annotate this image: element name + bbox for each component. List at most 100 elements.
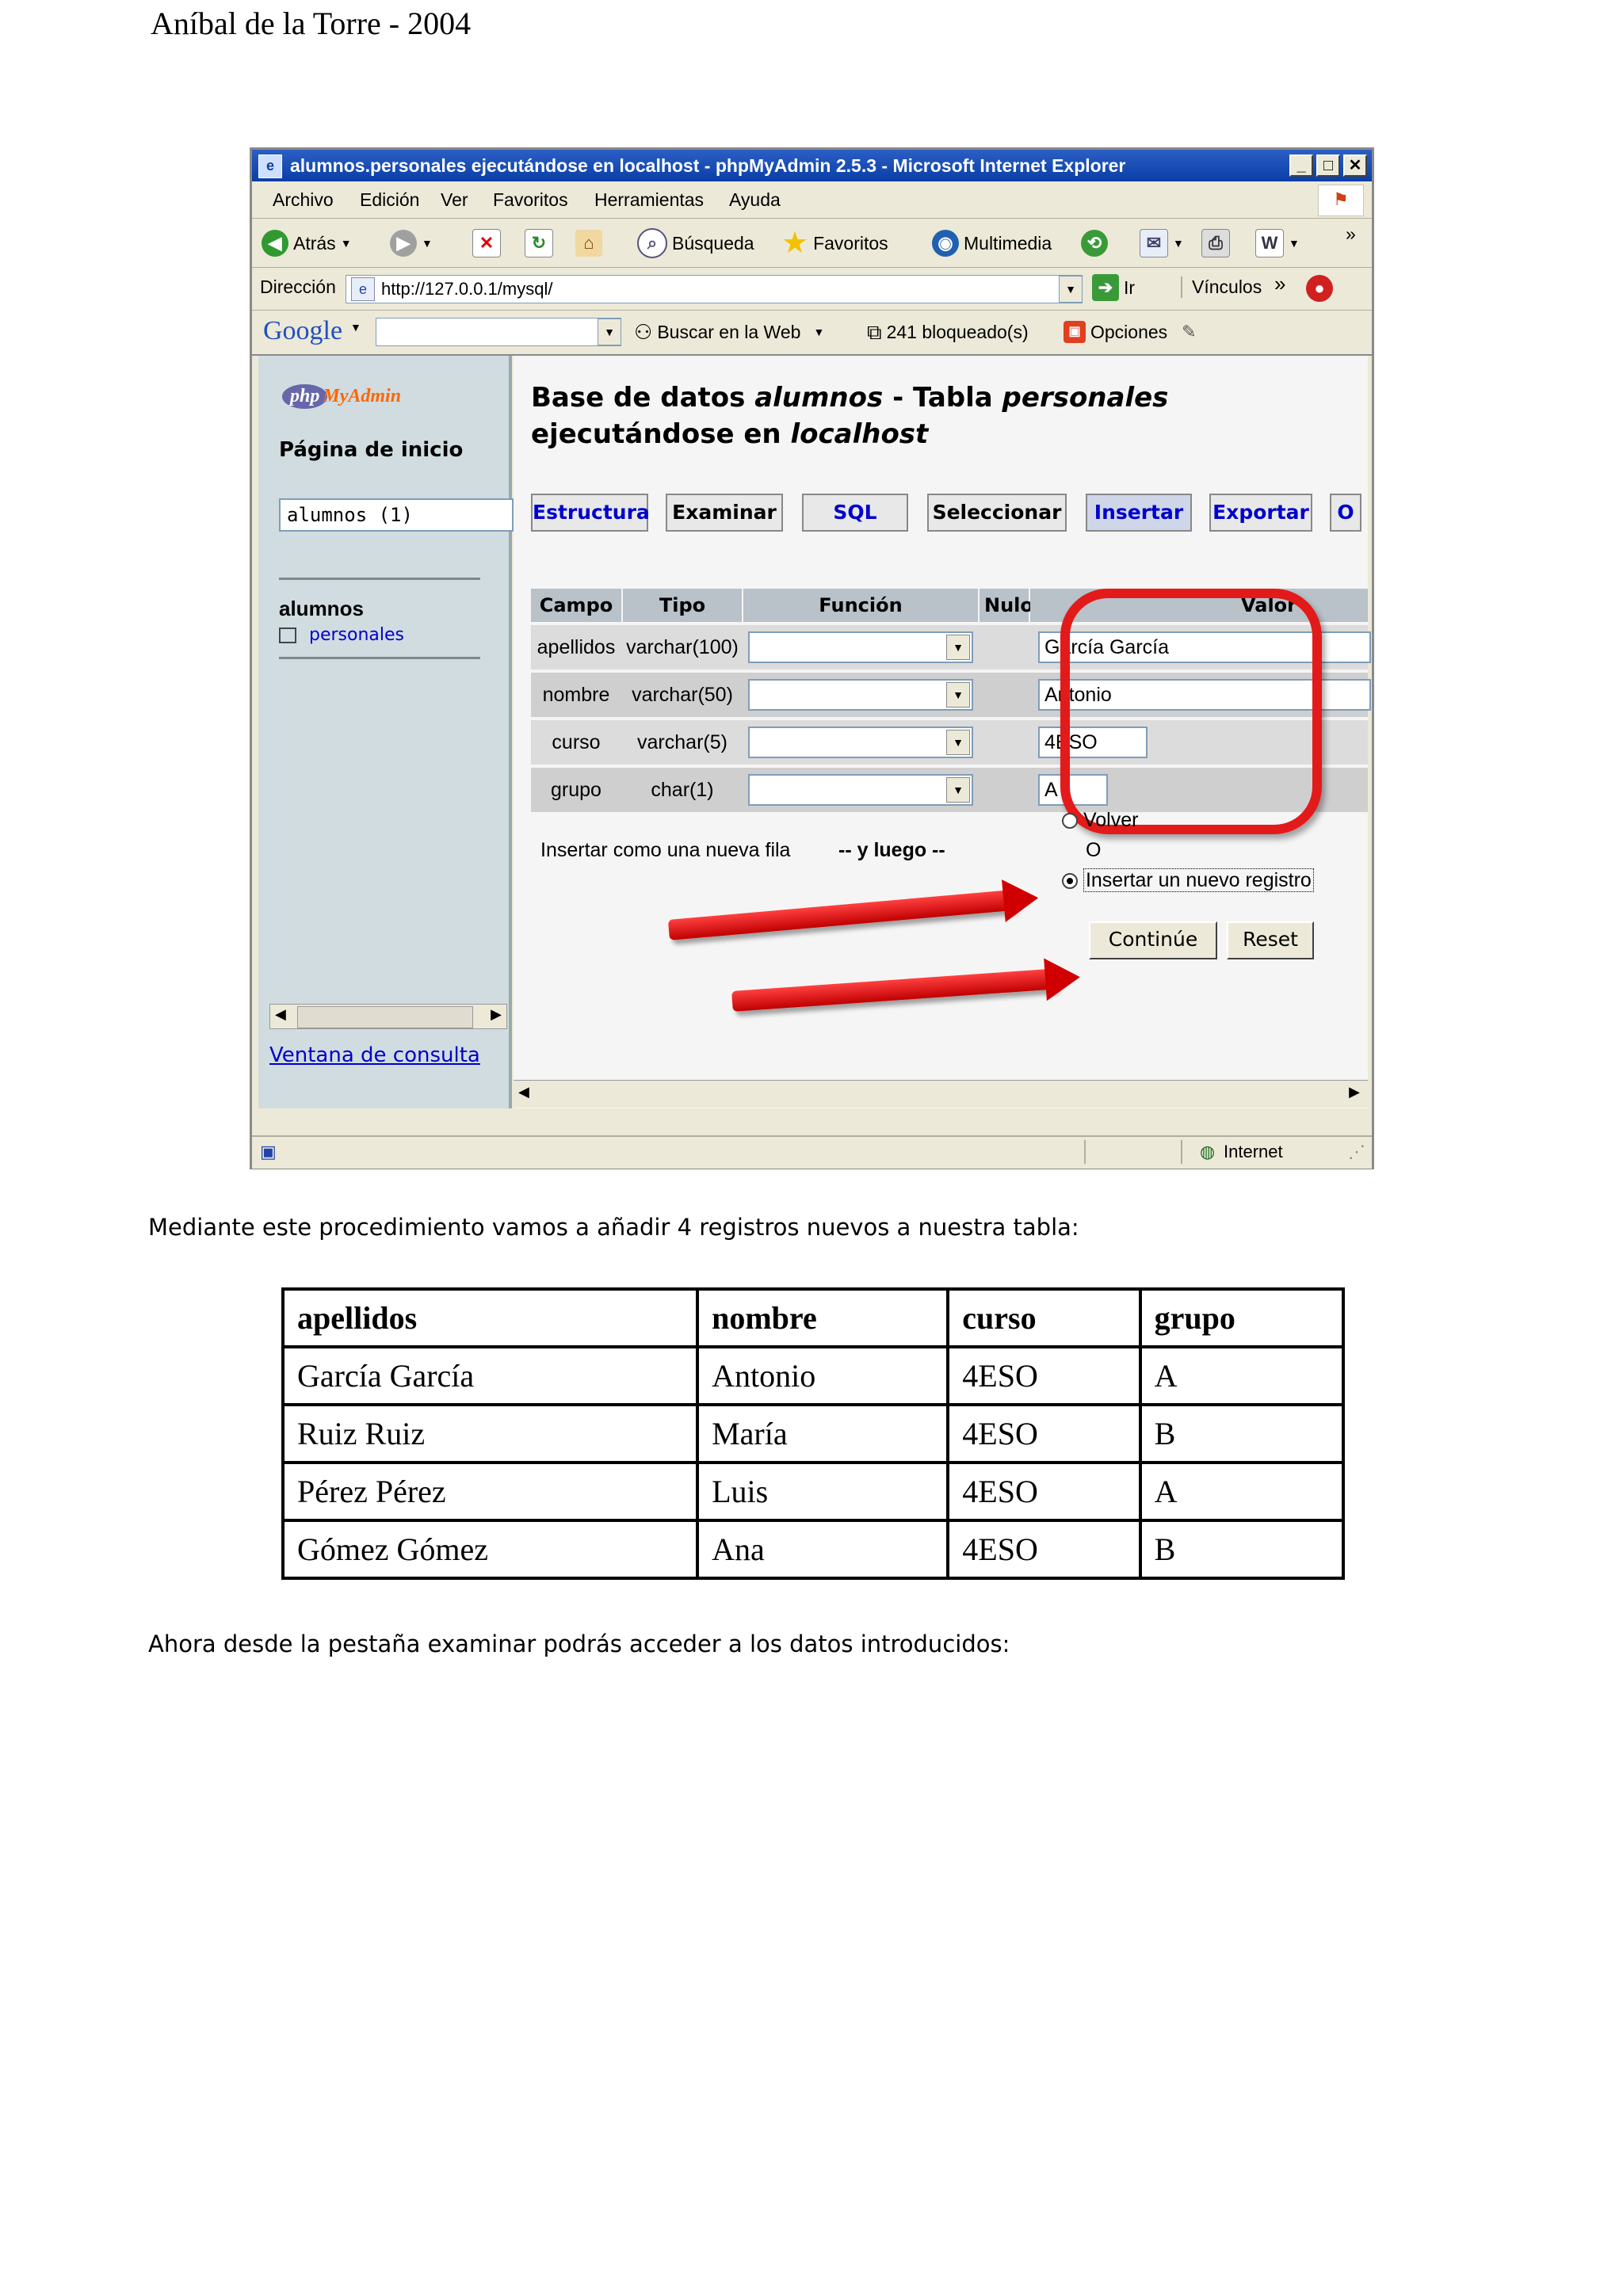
radio-insert-new[interactable] (1062, 873, 1078, 890)
chevron-down-icon: ▼ (946, 777, 970, 803)
menu-herramientas[interactable]: Herramientas (594, 189, 704, 211)
field-name: grupo (551, 779, 601, 801)
menu-archivo[interactable]: Archivo (273, 189, 334, 211)
window-title: alumnos.personales ejecutándose en local… (290, 155, 1126, 176)
menu-edicion[interactable]: Edición (360, 189, 419, 211)
tab-estructura[interactable]: Estructura (531, 494, 650, 532)
function-select[interactable]: ▼ (748, 774, 973, 806)
edit-button[interactable]: W ▼ (1255, 227, 1300, 259)
tab-insertar[interactable]: Insertar (1086, 494, 1192, 532)
home-button[interactable]: ⌂ (575, 227, 602, 259)
google-search-input[interactable] (376, 318, 621, 346)
browser-toolbar: ◀ Atrás ▼ ▶ ▼ ✕ ↻ ⌂ ⌕ Búsqueda ★ Favorit… (252, 218, 1372, 268)
maximize-button[interactable]: □ (1316, 154, 1340, 177)
scroll-left-icon[interactable]: ◀ (518, 1084, 529, 1100)
forward-arrow-icon: ▶ (390, 230, 417, 257)
stop-icon: ✕ (472, 229, 501, 257)
go-button[interactable]: ➔ Ir (1092, 272, 1135, 303)
red-arrow-annotation (731, 968, 1057, 1012)
cell: A (1138, 1461, 1346, 1522)
search-label: Búsqueda (672, 233, 754, 254)
google-menu-chevron-icon[interactable]: ▼ (350, 321, 361, 334)
toolbar-overflow-icon[interactable]: » (1346, 218, 1356, 250)
table-link-personales[interactable]: personales (279, 625, 404, 645)
reset-button[interactable]: Reset (1227, 921, 1314, 959)
database-link[interactable]: alumnos (279, 597, 364, 621)
address-bar: Dirección e http://127.0.0.1/mysql/ ▼ ➔ … (252, 267, 1372, 311)
scroll-left-icon[interactable]: ◀ (275, 1006, 286, 1023)
title-host: localhost (790, 418, 929, 450)
logo-php: php (282, 384, 328, 409)
col-header-tipo: Tipo (623, 589, 742, 622)
home-link[interactable]: Página de inicio (279, 438, 463, 462)
menu-ayuda[interactable]: Ayuda (729, 189, 781, 211)
header-curso: curso (946, 1287, 1142, 1348)
cell: Ana (696, 1519, 950, 1580)
address-url: http://127.0.0.1/mysql/ (381, 279, 553, 299)
media-label: Multimedia (964, 233, 1052, 254)
cell: Ruiz Ruiz (281, 1403, 700, 1464)
google-logo[interactable]: Google (263, 316, 342, 346)
radio-volver[interactable] (1062, 813, 1078, 830)
mail-button[interactable]: ✉ ▼ (1140, 227, 1184, 259)
field-type: varchar(100) (626, 636, 739, 658)
col-header-nulo: Nulo (980, 589, 1033, 622)
resize-grip-icon[interactable]: ⋰ (1348, 1142, 1365, 1162)
field-name: curso (552, 731, 601, 753)
tab-sql[interactable]: SQL (802, 494, 908, 532)
menu-favoritos[interactable]: Favoritos (493, 189, 568, 211)
scroll-right-icon[interactable]: ▶ (1349, 1084, 1360, 1100)
refresh-button[interactable]: ↻ (525, 227, 553, 259)
address-input[interactable]: e http://127.0.0.1/mysql/ (346, 275, 1083, 303)
refresh-icon: ↻ (525, 229, 553, 257)
tab-operaciones[interactable]: O (1330, 494, 1361, 532)
history-button[interactable]: ⟲ (1081, 227, 1108, 259)
tab-seleccionar[interactable]: Seleccionar (927, 494, 1067, 532)
print-button[interactable]: ⎙ (1201, 227, 1230, 259)
cell: Pérez Pérez (281, 1461, 700, 1522)
address-dropdown-icon[interactable]: ▼ (1059, 276, 1083, 303)
tab-exportar[interactable]: Exportar (1209, 494, 1312, 532)
pencil-icon: ✎ (1182, 322, 1197, 341)
media-button[interactable]: ◉ Multimedia (932, 227, 1052, 259)
function-select[interactable]: ▼ (748, 727, 973, 758)
highlight-oval (1060, 589, 1322, 834)
main-horizontal-scrollbar[interactable]: ◀ ▶ (514, 1080, 1368, 1108)
field-name: apellidos (537, 636, 616, 658)
back-button[interactable]: ◀ Atrás ▼ (262, 227, 352, 259)
left-horizontal-scrollbar[interactable]: ◀ ▶ (269, 1004, 507, 1029)
phpmyadmin-logo[interactable]: php MyAdmin (282, 384, 401, 409)
option-insert-new[interactable]: Insertar un nuevo registro (1062, 868, 1314, 892)
search-button[interactable]: ⌕ Búsqueda (637, 227, 754, 259)
option-volver[interactable]: Volver (1062, 809, 1138, 832)
close-button[interactable]: ✕ (1343, 154, 1367, 177)
cell: B (1138, 1403, 1346, 1464)
star-icon: ★ (781, 227, 809, 260)
search-web-button[interactable]: ⚇ Buscar en la Web ▼ (634, 316, 824, 348)
continue-button[interactable]: Continúe (1089, 921, 1217, 959)
stop-button[interactable]: ✕ (472, 227, 501, 259)
toolbar-extension-icon[interactable]: ● (1306, 275, 1333, 302)
cell: B (1138, 1519, 1346, 1580)
forward-button[interactable]: ▶ ▼ (390, 227, 433, 259)
links-label[interactable]: Vínculos (1181, 277, 1262, 298)
tab-examinar[interactable]: Examinar (666, 494, 783, 532)
google-options-button[interactable]: ▣ Opciones ✎ (1064, 316, 1197, 348)
scroll-right-icon[interactable]: ▶ (491, 1006, 502, 1023)
database-select[interactable]: alumnos (1) (279, 498, 514, 532)
function-select[interactable]: ▼ (748, 631, 973, 663)
col-header-funcion: Función (743, 589, 978, 622)
links-overflow-icon[interactable]: » (1274, 272, 1285, 296)
function-select[interactable]: ▼ (748, 679, 973, 711)
favorites-button[interactable]: ★ Favoritos (781, 227, 888, 259)
logo-myadmin: MyAdmin (323, 386, 402, 406)
popup-blocker-button[interactable]: ⧉ 241 bloqueado(s) (867, 316, 1029, 348)
cell: 4ESO (946, 1403, 1142, 1464)
query-window-link[interactable]: Ventana de consulta (269, 1043, 480, 1067)
then-label: -- y luego -- (838, 839, 945, 861)
google-dropdown-icon[interactable]: ▼ (598, 318, 621, 345)
scroll-thumb[interactable] (297, 1006, 473, 1028)
minimize-button[interactable]: _ (1289, 154, 1313, 177)
menu-ver[interactable]: Ver (441, 189, 468, 211)
title-table: personales (1002, 382, 1169, 414)
